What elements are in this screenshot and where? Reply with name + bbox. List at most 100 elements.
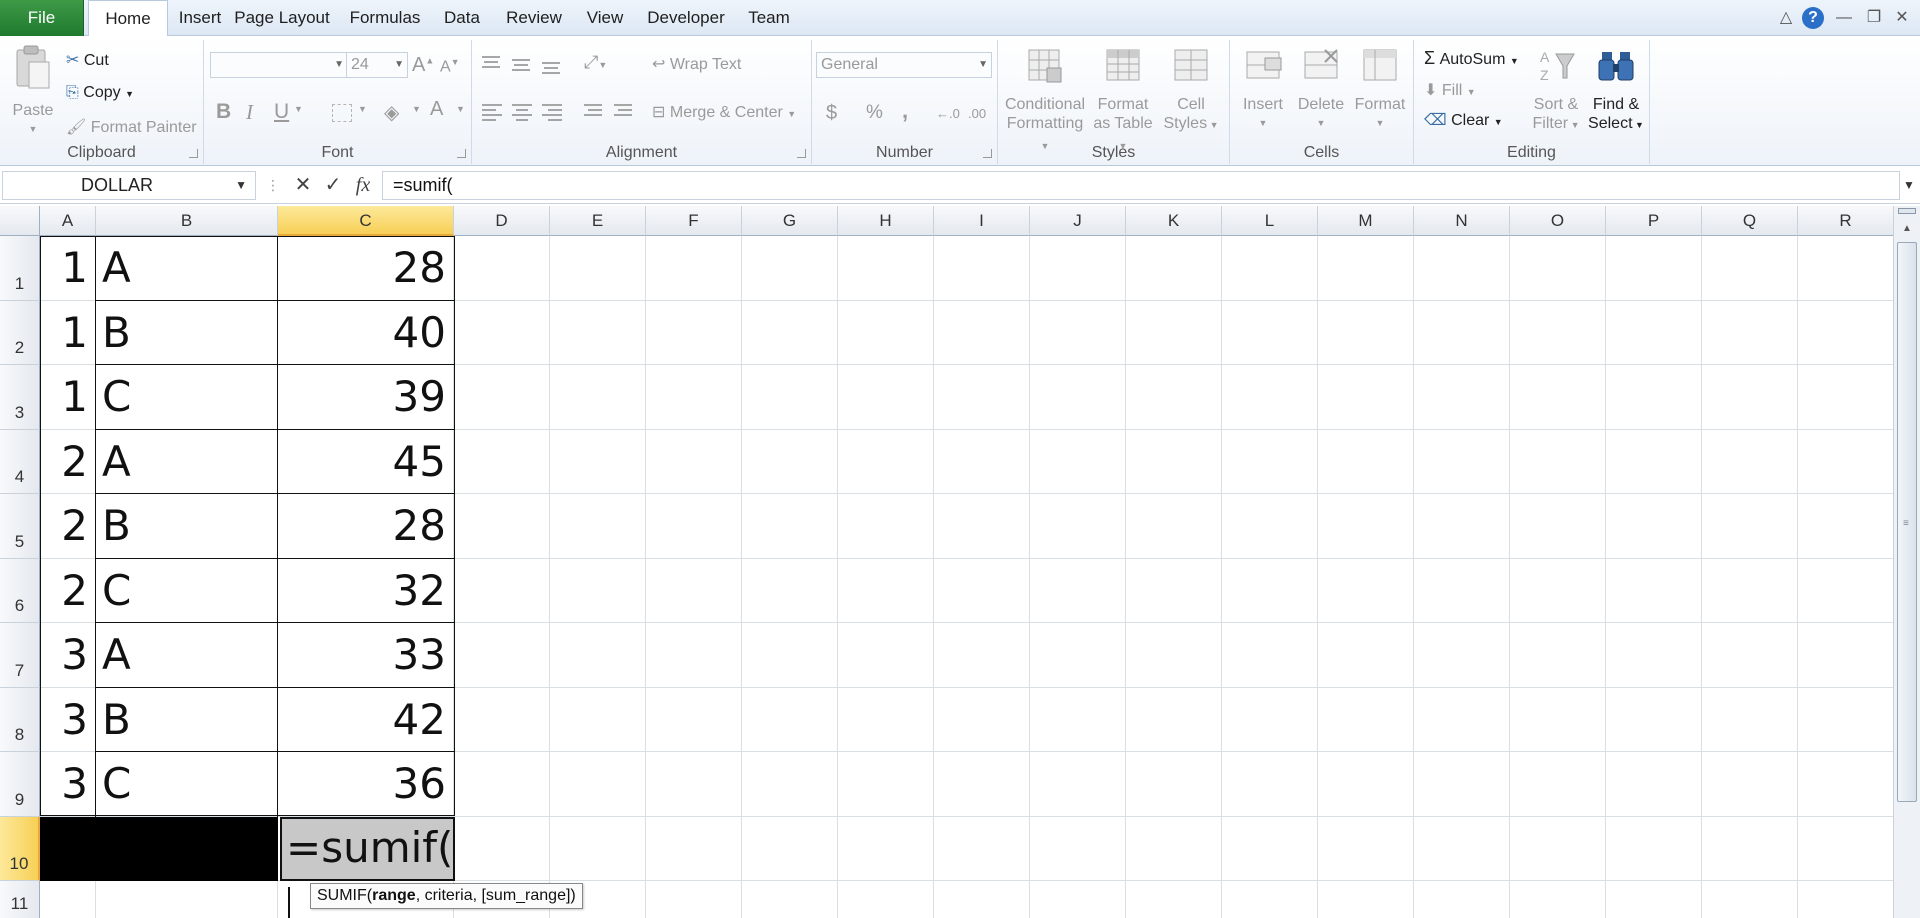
increase-decimal-button[interactable]: ←.0 [936, 106, 960, 121]
tab-view[interactable]: View [582, 0, 628, 36]
percent-button[interactable]: % [866, 102, 883, 124]
tab-data[interactable]: Data [436, 0, 488, 36]
find-select-button[interactable]: Find & Select ▼ [1586, 46, 1646, 135]
number-format-select[interactable]: General ▼ [816, 52, 992, 78]
cell-c4[interactable]: 45 [278, 430, 454, 495]
tab-review[interactable]: Review [500, 0, 568, 36]
clipboard-launcher-icon[interactable] [189, 149, 198, 158]
font-family-select[interactable]: ▼ [210, 52, 348, 78]
column-header-d[interactable]: D [454, 206, 550, 236]
cell-a7[interactable]: 3 [40, 623, 96, 688]
formula-input[interactable]: =sumif( [382, 171, 1900, 200]
underline-button[interactable]: U [274, 100, 289, 124]
column-header-h[interactable]: H [838, 206, 934, 236]
column-header-o[interactable]: O [1510, 206, 1606, 236]
close-icon[interactable]: ✕ [1890, 6, 1914, 30]
grow-font-button[interactable]: A▲ [412, 54, 434, 77]
select-all-corner[interactable] [0, 206, 40, 236]
autosum-button[interactable]: Σ AutoSum ▼ [1424, 48, 1519, 69]
cell-c2[interactable]: 40 [278, 301, 454, 366]
cell-a4[interactable]: 2 [40, 430, 96, 495]
insert-function-icon[interactable]: fx [350, 171, 376, 200]
comma-button[interactable]: , [902, 98, 908, 124]
fill-button[interactable]: ⬇ Fill ▼ [1424, 80, 1476, 100]
row-header-10[interactable]: 10 [0, 816, 40, 881]
wrap-text-button[interactable]: ↩ Wrap Text [652, 54, 741, 74]
format-as-table-button[interactable]: Format as Table ▼ [1090, 46, 1156, 156]
font-color-dropdown-icon[interactable]: ▼ [456, 104, 465, 114]
cell-b7[interactable]: A [96, 623, 278, 688]
column-header-b[interactable]: B [96, 206, 278, 236]
column-header-m[interactable]: M [1318, 206, 1414, 236]
column-header-g[interactable]: G [742, 206, 838, 236]
row-header-6[interactable]: 6 [0, 558, 40, 623]
cell-a9[interactable]: 3 [40, 752, 96, 817]
drag-handle-icon[interactable]: ⋮ [260, 171, 286, 200]
row-header-11[interactable]: 11 [0, 881, 40, 918]
cell-c8[interactable]: 42 [278, 688, 454, 753]
name-box[interactable]: DOLLAR ▼ [2, 171, 256, 200]
cell-c5[interactable]: 28 [278, 494, 454, 559]
help-icon[interactable]: ? [1802, 7, 1824, 29]
column-header-r[interactable]: R [1798, 206, 1893, 236]
horizontal-align-icons[interactable] [480, 102, 640, 122]
format-painter-button[interactable]: 🖌 Format Painter [66, 117, 197, 137]
paste-button[interactable]: Paste ▼ [6, 44, 60, 139]
column-header-e[interactable]: E [550, 206, 646, 236]
row-header-9[interactable]: 9 [0, 752, 40, 817]
tab-insert[interactable]: Insert [168, 0, 232, 36]
cell-a6[interactable]: 2 [40, 559, 96, 624]
scroll-up-icon[interactable]: ▲ [1894, 218, 1920, 240]
merge-center-button[interactable]: ⊟ Merge & Center ▼ [652, 102, 796, 122]
insert-cells-button[interactable]: Insert ▼ [1234, 46, 1292, 133]
collapse-ribbon-icon[interactable]: △ [1774, 6, 1798, 30]
orientation-icon[interactable]: ⤢▼ [584, 52, 607, 73]
cancel-entry-icon[interactable]: ✕ [290, 171, 316, 200]
cell-a1[interactable]: 1 [40, 236, 96, 301]
cut-button[interactable]: ✂ Cut [66, 50, 109, 70]
cell-c6[interactable]: 32 [278, 559, 454, 624]
clear-button[interactable]: ⌫ Clear ▼ [1424, 110, 1503, 130]
column-header-j[interactable]: J [1030, 206, 1126, 236]
restore-icon[interactable]: ❐ [1862, 6, 1886, 30]
cell-b1[interactable]: A [96, 236, 278, 301]
expand-formula-bar-icon[interactable]: ▼ [1900, 171, 1918, 200]
column-header-a[interactable]: A [40, 206, 96, 236]
font-launcher-icon[interactable] [457, 149, 466, 158]
format-cells-button[interactable]: Format ▼ [1350, 46, 1410, 133]
cell-a8[interactable]: 3 [40, 688, 96, 753]
tab-home[interactable]: Home [88, 0, 168, 37]
row-header-3[interactable]: 3 [0, 365, 40, 430]
row-header-4[interactable]: 4 [0, 429, 40, 494]
column-header-f[interactable]: F [646, 206, 742, 236]
italic-button[interactable]: I [246, 100, 253, 125]
cell-b2[interactable]: B [96, 301, 278, 366]
column-header-i[interactable]: I [934, 206, 1030, 236]
vertical-align-icons[interactable] [480, 54, 580, 74]
delete-cells-button[interactable]: Delete ▼ [1292, 46, 1350, 133]
function-tooltip[interactable]: SUMIF(range, criteria, [sum_range]) [310, 883, 583, 909]
borders-icon[interactable] [332, 104, 352, 122]
cell-a5[interactable]: 2 [40, 494, 96, 559]
borders-dropdown-icon[interactable]: ▼ [358, 104, 367, 114]
underline-dropdown-icon[interactable]: ▼ [294, 104, 303, 114]
font-size-select[interactable]: 24 ▼ [346, 52, 408, 78]
column-header-q[interactable]: Q [1702, 206, 1798, 236]
column-header-c[interactable]: C [278, 206, 454, 236]
vertical-scrollbar[interactable]: ▲ ≡ [1893, 206, 1920, 918]
number-launcher-icon[interactable] [983, 149, 992, 158]
cell-a3[interactable]: 1 [40, 365, 96, 430]
bold-button[interactable]: B [216, 100, 231, 124]
column-header-k[interactable]: K [1126, 206, 1222, 236]
decrease-decimal-button[interactable]: .00 [968, 106, 986, 121]
tab-team[interactable]: Team [740, 0, 798, 36]
tab-file[interactable]: File [0, 0, 84, 36]
row-header-5[interactable]: 5 [0, 494, 40, 559]
cell-b4[interactable]: A [96, 430, 278, 495]
cell-c1[interactable]: 28 [278, 236, 454, 301]
column-header-n[interactable]: N [1414, 206, 1510, 236]
tab-page-layout[interactable]: Page Layout [232, 0, 332, 36]
column-header-l[interactable]: L [1222, 206, 1318, 236]
row-header-2[interactable]: 2 [0, 300, 40, 365]
cell-a2[interactable]: 1 [40, 301, 96, 366]
